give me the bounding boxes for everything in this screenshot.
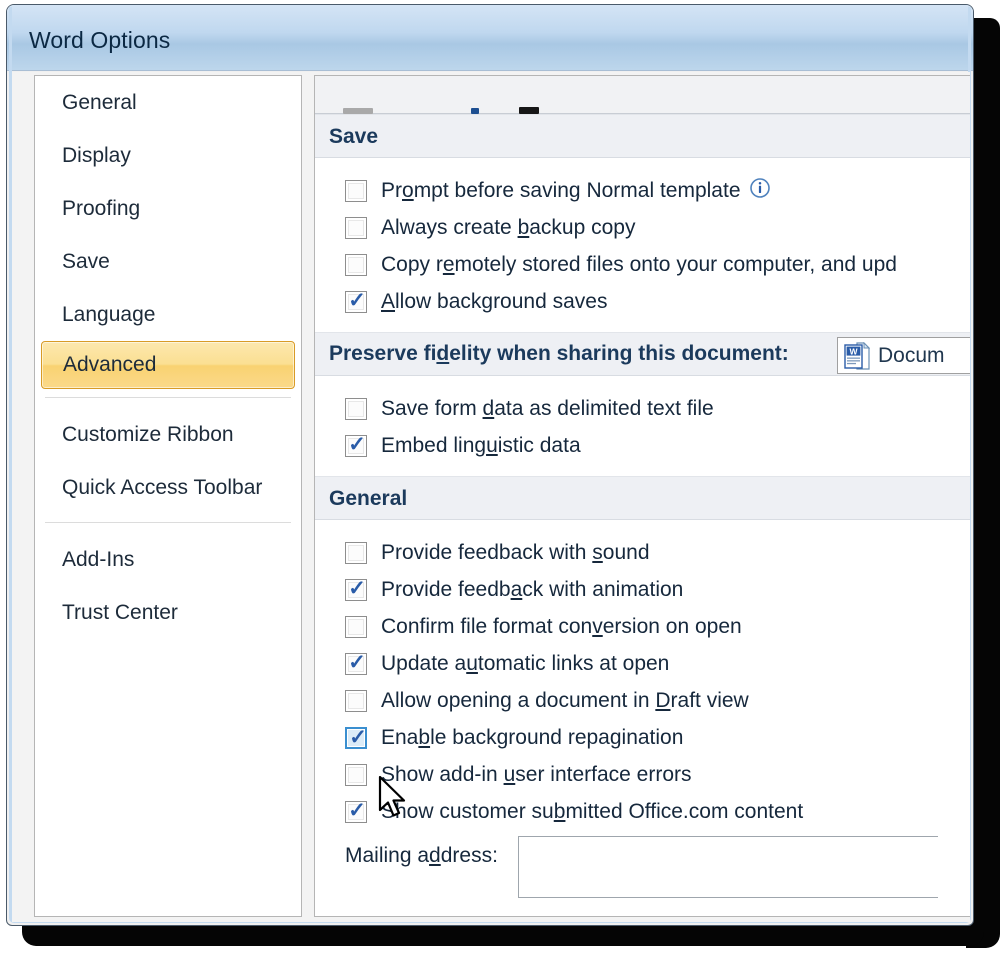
section-header-save: Save xyxy=(315,114,970,158)
sidebar-item-language[interactable]: Language xyxy=(35,288,301,341)
option-row[interactable]: ✓ Show customer submitted Office.com cont… xyxy=(315,793,970,830)
checkmark-icon: ✓ xyxy=(348,650,366,674)
word-options-dialog: Word Options General Display Proofing Save L… xyxy=(6,4,974,926)
checkbox-checked[interactable]: ✓ xyxy=(345,798,367,823)
section-header-label: Save xyxy=(329,125,379,148)
checkmark-icon: ✓ xyxy=(348,432,366,456)
clipped-previous-option-row xyxy=(315,76,970,114)
checkbox-checked[interactable]: ✓ xyxy=(345,576,367,601)
option-row[interactable]: ✓ Provide feedback with animation xyxy=(315,571,970,608)
section-options-preserve-fidelity: Save form data as delimited text file ✓ Em… xyxy=(315,376,970,476)
checkbox-checked[interactable]: ✓ xyxy=(345,725,367,749)
option-label: Provide feedback with sound xyxy=(381,541,650,564)
section-header-label: General xyxy=(329,487,408,510)
option-label: Confirm file format conversion on open xyxy=(381,615,742,638)
checkmark-icon: ✓ xyxy=(348,798,366,822)
checkbox-unchecked[interactable] xyxy=(345,179,367,202)
section-header-preserve-fidelity: Preserve fidelity when sharing this docu… xyxy=(315,332,970,376)
option-label: Provide feedback with animation xyxy=(381,578,684,601)
options-scroll-region[interactable]: Save Prompt before saving Normal template… xyxy=(315,76,970,916)
sidebar-item-save[interactable]: Save xyxy=(35,235,301,288)
option-row[interactable]: Provide feedback with sound xyxy=(315,534,970,571)
checkbox-unchecked[interactable] xyxy=(345,689,367,712)
checkbox-unchecked[interactable] xyxy=(345,763,367,786)
option-row[interactable]: ✓ Allow background saves xyxy=(315,283,970,320)
checkbox-unchecked[interactable] xyxy=(345,216,367,239)
sidebar-item-label: Trust Center xyxy=(62,601,178,624)
options-category-list[interactable]: General Display Proofing Save Language Advanc… xyxy=(34,75,302,917)
option-label: Prompt before saving Normal template xyxy=(381,179,741,202)
screenshot-root: Word Options General Display Proofing Save L… xyxy=(0,0,1000,960)
option-label: Allow opening a document in Draft view xyxy=(381,689,749,712)
sidebar-item-label: Add-Ins xyxy=(62,548,135,571)
sidebar-item-general[interactable]: General xyxy=(35,76,301,129)
option-label: Show customer submitted Office.com conte… xyxy=(381,800,804,823)
option-row[interactable]: Prompt before saving Normal template xyxy=(315,172,970,209)
option-label: Copy remotely stored files onto your com… xyxy=(381,253,897,276)
checkmark-icon: ✓ xyxy=(349,725,367,749)
section-header-label: Preserve fidelity when sharing this docu… xyxy=(329,342,789,365)
checkmark-icon: ✓ xyxy=(348,576,366,600)
option-row[interactable]: ✓ Update automatic links at open xyxy=(315,645,970,682)
sidebar-item-trust-center[interactable]: Trust Center xyxy=(35,586,301,639)
dropdown-selected-value: Docum xyxy=(878,344,945,367)
option-row[interactable]: ✓ Embed linguistic data xyxy=(315,427,970,464)
checkbox-unchecked[interactable] xyxy=(345,253,367,276)
info-icon[interactable] xyxy=(749,177,771,204)
sidebar-item-label: Quick Access Toolbar xyxy=(62,476,263,499)
option-label: Show add-in user interface errors xyxy=(381,763,692,786)
dialog-titlebar[interactable]: Word Options xyxy=(7,5,973,71)
option-label: Save form data as delimited text file xyxy=(381,397,714,420)
sidebar-item-label: Advanced xyxy=(63,353,157,376)
sidebar-item-advanced[interactable]: Advanced xyxy=(41,341,295,389)
sidebar-item-proofing[interactable]: Proofing xyxy=(35,182,301,235)
sidebar-item-customize-ribbon[interactable]: Customize Ribbon xyxy=(35,408,301,461)
checkbox-unchecked[interactable] xyxy=(345,615,367,638)
checkbox-checked[interactable]: ✓ xyxy=(345,650,367,675)
preserve-fidelity-document-dropdown[interactable]: W Docum xyxy=(837,337,970,374)
sidebar-item-label: General xyxy=(62,91,137,114)
sidebar-item-label: Save xyxy=(62,250,110,273)
sidebar-item-label: Proofing xyxy=(62,197,141,220)
window-title: Word Options xyxy=(29,27,171,53)
sidebar-separator xyxy=(45,522,291,523)
option-row[interactable]: Show add-in user interface errors xyxy=(315,756,970,793)
sidebar-item-display[interactable]: Display xyxy=(35,129,301,182)
checkbox-unchecked[interactable] xyxy=(345,397,367,420)
option-label: Allow background saves xyxy=(381,290,608,313)
section-options-general: Provide feedback with sound ✓ Provide feed… xyxy=(315,520,970,910)
option-row[interactable]: Confirm file format conversion on open xyxy=(315,608,970,645)
mailing-address-input[interactable] xyxy=(517,836,938,898)
mailing-address-label: Mailing address: xyxy=(345,844,498,867)
sidebar-item-label: Customize Ribbon xyxy=(62,423,234,446)
section-header-general: General xyxy=(315,476,970,520)
option-label: Embed linguistic data xyxy=(381,434,581,457)
checkbox-checked[interactable]: ✓ xyxy=(345,432,367,457)
options-sections: Save Prompt before saving Normal template… xyxy=(315,114,970,910)
svg-text:W: W xyxy=(849,346,858,356)
sidebar-item-add-ins[interactable]: Add-Ins xyxy=(35,533,301,586)
checkbox-unchecked[interactable] xyxy=(345,541,367,564)
section-options-save: Prompt before saving Normal template Alwa… xyxy=(315,158,970,332)
dialog-body: General Display Proofing Save Language Advanc… xyxy=(12,72,970,922)
option-label: Always create backup copy xyxy=(381,216,636,239)
sidebar-separator xyxy=(45,397,291,398)
option-row[interactable]: Save form data as delimited text file xyxy=(315,390,970,427)
sidebar-item-label: Display xyxy=(62,144,131,167)
sidebar-item-label: Language xyxy=(62,303,156,326)
word-document-icon: W xyxy=(844,341,870,370)
option-row[interactable]: ✓ Enable background repagination xyxy=(315,719,970,756)
clipped-text-fragment xyxy=(519,107,539,114)
checkbox-checked[interactable]: ✓ xyxy=(345,288,367,313)
option-row[interactable]: Allow opening a document in Draft view xyxy=(315,682,970,719)
option-label: Update automatic links at open xyxy=(381,652,670,675)
option-row[interactable]: Always create backup copy xyxy=(315,209,970,246)
checkmark-icon: ✓ xyxy=(348,288,366,312)
sidebar-item-quick-access-toolbar[interactable]: Quick Access Toolbar xyxy=(35,461,301,514)
option-label: Enable background repagination xyxy=(381,726,684,749)
mailing-address-row: Mailing address: xyxy=(315,836,970,898)
option-row[interactable]: Copy remotely stored files onto your com… xyxy=(315,246,970,283)
options-content-pane: Save Prompt before saving Normal template… xyxy=(314,75,970,917)
